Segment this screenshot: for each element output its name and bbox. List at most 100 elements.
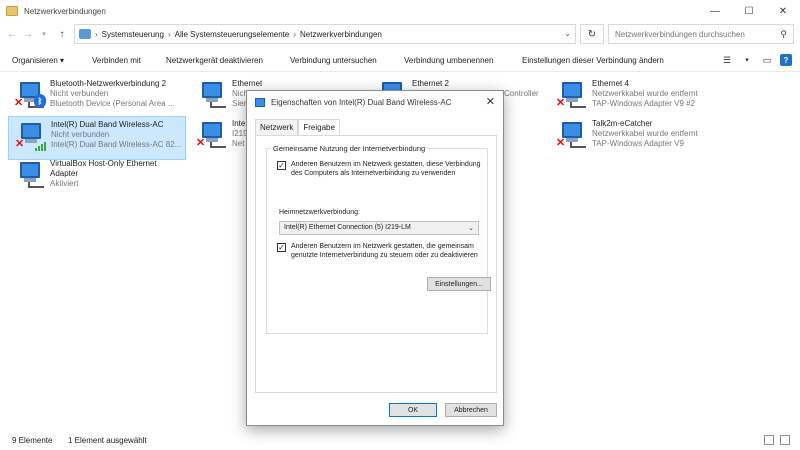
cancel-button[interactable]: Abbrechen <box>445 403 497 417</box>
large-icons-view-icon[interactable] <box>780 435 790 445</box>
forward-button[interactable]: → <box>20 25 36 43</box>
item-device: Intel(R) Dual Band Wireless-AC 82... <box>51 140 182 149</box>
list-item[interactable]: ✕ Ethernet 4 Netzwerkkabel wurde entfern… <box>550 76 728 120</box>
tap-adapter-icon: ✕ <box>556 80 588 110</box>
refresh-button[interactable]: ↻ <box>580 24 604 44</box>
tab-freigabe[interactable]: Freigabe <box>298 119 340 136</box>
status-bar: 9 Elemente 1 Element ausgewählt <box>0 432 800 450</box>
help-icon[interactable]: ? <box>780 54 792 66</box>
wireless-adapter-icon: ✕ <box>15 121 47 151</box>
item-device: TAP-Windows Adapter V9 <box>592 139 684 148</box>
breadcrumb-separator[interactable]: › <box>168 30 171 39</box>
disconnected-icon: ✕ <box>14 97 24 109</box>
view-options-icon[interactable]: ☰ <box>720 54 734 66</box>
disconnected-icon: ✕ <box>196 137 206 149</box>
connect-button[interactable]: Verbinden mit <box>92 56 141 65</box>
ethernet-adapter-icon <box>14 160 46 190</box>
allow-control-checkbox[interactable]: ✓ <box>277 243 286 252</box>
address-row: ← → ▾ ↑ › Systemsteuerung › Alle Systems… <box>0 24 800 48</box>
rename-button[interactable]: Verbindung umbenennen <box>404 56 493 65</box>
item-count: 9 Elemente <box>12 436 53 445</box>
search-icon: ⚲ <box>780 28 787 39</box>
address-dropdown-icon[interactable]: ⌄ <box>564 29 571 38</box>
disconnected-icon: ✕ <box>556 137 566 149</box>
item-name: Bluetooth-Netzwerkverbindung 2 <box>50 79 167 88</box>
list-item[interactable]: ✕ Intel(R) Dual Band Wireless-AC Nicht v… <box>8 116 186 160</box>
breadcrumb-separator[interactable]: › <box>95 30 98 39</box>
window-controls: — ☐ ✕ <box>698 0 800 22</box>
address-bar[interactable]: › Systemsteuerung › Alle Systemsteuerung… <box>74 24 576 44</box>
ethernet-adapter-icon <box>196 80 228 110</box>
home-network-value: Intel(R) Ethernet Connection (5) I219-LM <box>284 224 411 231</box>
list-item[interactable]: ✕ ᛒ Bluetooth-Netzwerkverbindung 2 Nicht… <box>8 76 186 120</box>
ok-button[interactable]: OK <box>389 403 437 417</box>
item-device: TAP-Windows Adapter V9 #2 <box>592 99 696 108</box>
up-button[interactable]: ↑ <box>54 25 70 43</box>
ethernet-adapter-icon: ✕ <box>196 120 228 150</box>
diagnose-button[interactable]: Verbindung untersuchen <box>290 56 377 65</box>
bluetooth-icon: ᛒ <box>34 94 46 108</box>
item-device: Aktiviert <box>50 179 79 188</box>
item-status: Adapter <box>50 169 79 178</box>
item-status: Nicht verbunden <box>50 89 109 98</box>
maximize-button[interactable]: ☐ <box>732 0 766 22</box>
control-panel-icon <box>79 29 91 39</box>
item-device: Bluetooth Device (Personal Area ... <box>50 99 175 108</box>
dialog-title: Eigenschaften von Intel(R) Dual Band Wir… <box>271 97 452 107</box>
item-name: Ethernet <box>232 79 263 88</box>
list-item[interactable]: VirtualBox Host-Only Ethernet Adapter Ak… <box>8 156 186 200</box>
breadcrumb-separator[interactable]: › <box>293 30 296 39</box>
command-bar: Organisieren ▾ Verbinden mit Netzwerkger… <box>0 52 800 72</box>
allow-control-label: Anderen Benutzern im Netzwerk gestatten,… <box>291 243 478 259</box>
dialog-tabs: Netzwerk Freigabe <box>255 119 340 136</box>
breadcrumb-netzwerkverbindungen[interactable]: Netzwerkverbindungen <box>300 30 382 39</box>
details-view-icon[interactable] <box>764 435 774 445</box>
item-status: Netzwerkkabel wurde entfernt <box>592 89 698 98</box>
item-status: Nicht verbunden <box>51 130 110 139</box>
home-network-label: Heimnetzwerkverbindung: <box>279 209 360 216</box>
signal-bars-icon <box>35 141 47 151</box>
disable-device-button[interactable]: Netzwerkgerät deaktivieren <box>166 56 263 65</box>
recent-locations-button[interactable]: ▾ <box>36 25 52 43</box>
disconnected-icon: ✕ <box>15 138 25 150</box>
group-label: Gemeinsame Nutzung der Internetverbindun… <box>271 144 428 153</box>
disconnected-icon: ✕ <box>556 97 566 109</box>
item-name: Ethernet 4 <box>592 79 629 88</box>
search-input[interactable] <box>615 29 765 39</box>
item-name: VirtualBox Host-Only Ethernet <box>50 159 157 168</box>
change-settings-button[interactable]: Einstellungen dieser Verbindung ändern <box>522 56 664 65</box>
sharing-tab-panel: Gemeinsame Nutzung der Internetverbindun… <box>255 135 497 393</box>
dialog-title-bar: Eigenschaften von Intel(R) Dual Band Wir… <box>247 91 503 113</box>
settings-button[interactable]: Einstellungen... <box>427 277 491 291</box>
view-dropdown-icon[interactable]: ▾ <box>740 54 754 66</box>
close-button[interactable]: ✕ <box>766 0 800 22</box>
organize-button[interactable]: Organisieren ▾ <box>12 56 64 65</box>
view-controls: ☰ ▾ ▭ ? <box>720 54 792 66</box>
network-adapter-icon <box>255 97 265 107</box>
tap-adapter-icon: ✕ <box>556 120 588 150</box>
item-status: Netzwerkkabel wurde entfernt <box>592 129 698 138</box>
allow-sharing-checkbox[interactable]: ✓ <box>277 161 286 170</box>
chevron-down-icon: ⌄ <box>468 225 474 232</box>
ics-group: Gemeinsame Nutzung der Internetverbindun… <box>266 144 491 334</box>
item-name: Ethernet 2 <box>412 79 449 88</box>
breadcrumb-systemsteuerung[interactable]: Systemsteuerung <box>102 30 164 39</box>
back-button[interactable]: ← <box>4 25 20 43</box>
dialog-close-icon[interactable]: ✕ <box>486 95 495 108</box>
list-item[interactable]: ✕ Talk2m-eCatcher Netzwerkkabel wurde en… <box>550 116 728 160</box>
properties-dialog: Eigenschaften von Intel(R) Dual Band Wir… <box>246 90 504 426</box>
tab-netzwerk[interactable]: Netzwerk <box>255 119 299 135</box>
item-name: Intel(R) Dual Band Wireless-AC <box>51 120 164 129</box>
folder-icon <box>6 6 18 16</box>
item-name: Talk2m-eCatcher <box>592 119 653 128</box>
allow-sharing-label: Anderen Benutzern im Netzwerk gestatten,… <box>291 161 481 177</box>
breadcrumb-alle-elemente[interactable]: Alle Systemsteuerungselemente <box>175 30 290 39</box>
home-network-select[interactable]: Intel(R) Ethernet Connection (5) I219-LM… <box>279 221 479 235</box>
window-title: Netzwerkverbindungen <box>24 6 106 16</box>
view-toggle <box>764 435 790 445</box>
preview-pane-icon[interactable]: ▭ <box>760 54 774 66</box>
title-bar: Netzwerkverbindungen — ☐ ✕ <box>0 0 800 22</box>
selection-count: 1 Element ausgewählt <box>68 436 147 445</box>
minimize-button[interactable]: — <box>698 0 732 22</box>
search-box[interactable]: ⚲ <box>608 24 794 44</box>
